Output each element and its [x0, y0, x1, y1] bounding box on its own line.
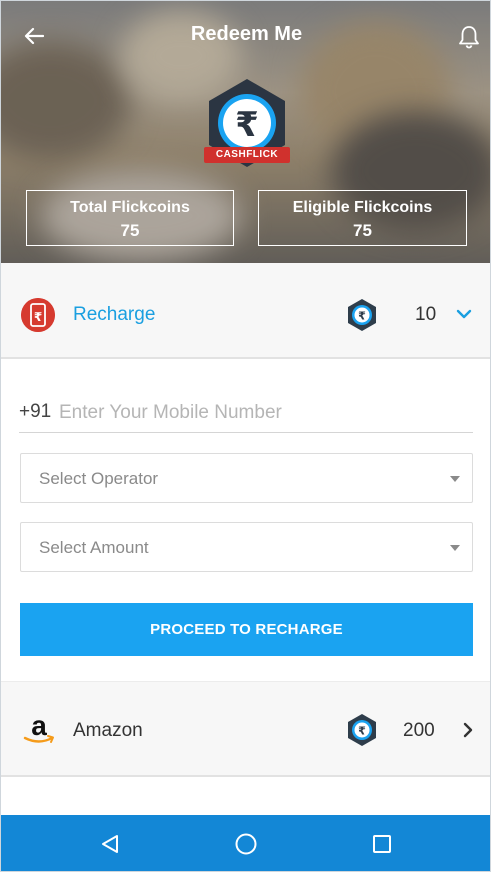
operator-select[interactable]: Select Operator [20, 453, 473, 503]
chevron-down-icon[interactable] [453, 303, 475, 325]
mobile-rupee-icon: ₹ [21, 298, 55, 332]
square-recents-icon [373, 835, 391, 853]
amazon-label: Amazon [73, 720, 143, 741]
notifications-button[interactable] [452, 21, 486, 53]
eligible-flickcoins-value: 75 [353, 221, 372, 240]
mobile-number-input[interactable] [59, 399, 469, 427]
total-flickcoins-label: Total Flickcoins [70, 199, 190, 216]
top-bar: Redeem Me [1, 1, 490, 71]
bell-icon [459, 26, 479, 49]
page-title: Redeem Me [190, 23, 303, 45]
svg-text:₹: ₹ [235, 105, 259, 145]
recharge-coins-value: 10 [415, 304, 437, 325]
triangle-back-icon [102, 835, 118, 853]
system-nav-bar [1, 815, 490, 871]
svg-text:a: a [31, 713, 47, 741]
total-flickcoins-box: Total Flickcoins 75 [26, 190, 234, 246]
dropdown-caret-icon [450, 476, 460, 482]
amazon-coins-value: 200 [403, 720, 435, 741]
rupee-coin-icon: ₹ [348, 299, 376, 331]
amazon-logo-icon: a [23, 713, 54, 743]
svg-text:₹: ₹ [358, 725, 366, 738]
nav-back-button[interactable] [95, 829, 125, 859]
nav-home-button[interactable] [231, 829, 261, 859]
header-banner: Redeem Me ₹ CASHFLICK Total Flickcoins 7… [1, 1, 490, 263]
mobile-number-field: +91 [19, 399, 473, 433]
circle-home-icon [235, 833, 257, 855]
operator-select-value: Select Operator [39, 469, 159, 488]
eligible-flickcoins-box: Eligible Flickcoins 75 [258, 190, 467, 246]
svg-text:₹: ₹ [34, 310, 42, 324]
amount-select[interactable]: Select Amount [20, 522, 473, 572]
amount-select-value: Select Amount [39, 538, 149, 557]
total-flickcoins-value: 75 [120, 221, 140, 240]
recharge-label: Recharge [73, 304, 156, 325]
app-screen: Redeem Me ₹ CASHFLICK Total Flickcoins 7… [0, 0, 491, 872]
list-continuation [1, 779, 490, 815]
chevron-right-icon[interactable] [457, 719, 479, 741]
dropdown-caret-icon [450, 545, 460, 551]
eligible-flickcoins-label: Eligible Flickcoins [292, 199, 433, 216]
country-code: +91 [19, 401, 52, 422]
nav-recents-button[interactable] [367, 829, 397, 859]
rupee-coin-icon: ₹ [348, 714, 376, 746]
svg-text:₹: ₹ [358, 310, 366, 323]
logo-wordmark: CASHFLICK [204, 147, 290, 163]
proceed-to-recharge-button[interactable]: PROCEED TO RECHARGE [20, 603, 473, 656]
